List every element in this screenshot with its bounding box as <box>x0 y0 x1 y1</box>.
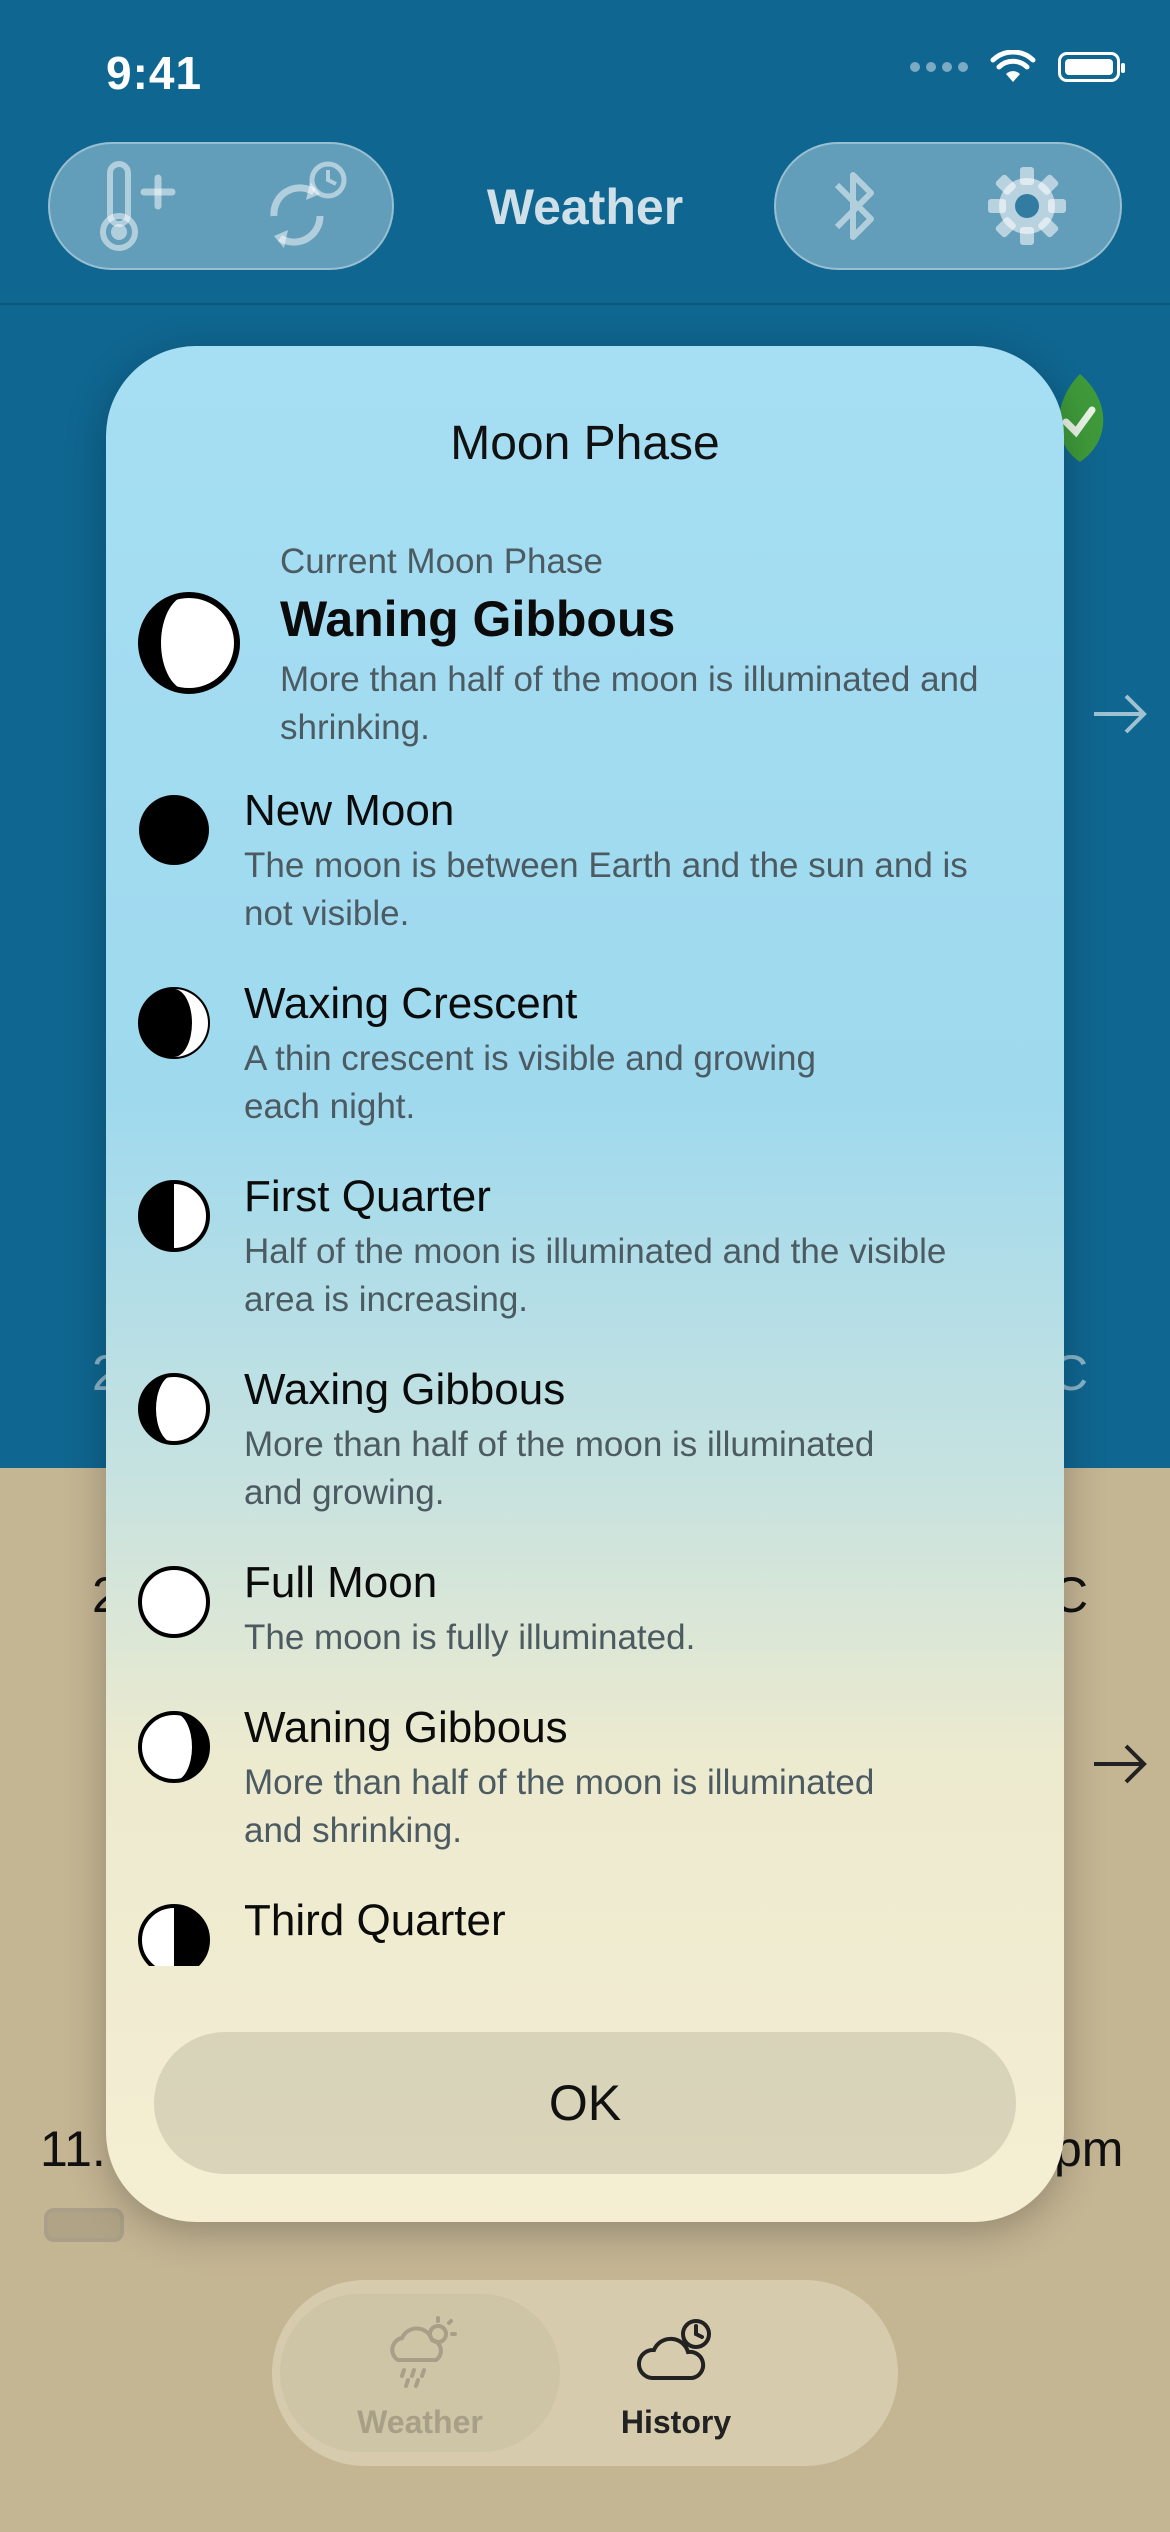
forward-arrow-icon[interactable] <box>1090 684 1150 744</box>
bluetooth-icon[interactable] <box>825 161 885 251</box>
background-text-fragment: 11. <box>40 2121 106 2177</box>
current-phase-label: Current Moon Phase <box>280 542 603 581</box>
tab-weather[interactable]: Weather <box>280 2294 560 2452</box>
status-icons <box>910 50 1125 84</box>
current-phase-description: More than half of the moon is illuminate… <box>280 660 979 747</box>
battery-icon <box>1058 52 1125 82</box>
waxing-crescent-icon <box>138 987 210 1059</box>
phase-name: Waxing Crescent <box>244 979 578 1028</box>
phase-description: Half of the moon is illuminated and the … <box>244 1232 947 1319</box>
signal-icon <box>910 62 968 72</box>
weather-cloud-sun-rain-icon <box>390 2316 457 2388</box>
nav-right-group <box>774 142 1122 270</box>
waning-gibbous-icon <box>138 592 240 694</box>
current-phase-name: Waning Gibbous <box>280 591 676 647</box>
wifi-icon <box>990 50 1036 82</box>
forward-arrow-icon[interactable] <box>1090 1734 1150 1794</box>
nav-separator <box>0 303 1170 305</box>
battery-status-icon <box>44 2208 124 2242</box>
cloud-clock-icon <box>636 2319 711 2380</box>
list-item: Waxing Crescent A thin crescent is visib… <box>106 979 1064 1169</box>
phase-description: More than half of the moon is illuminate… <box>244 1425 875 1512</box>
current-moon-phase: Current Moon Phase Waning Gibbous More t… <box>106 542 1064 762</box>
moon-phase-list[interactable]: New Moon The moon is between Earth and t… <box>106 786 1064 1966</box>
list-item: New Moon The moon is between Earth and t… <box>106 786 1064 976</box>
phase-name: First Quarter <box>244 1172 491 1221</box>
third-quarter-icon <box>138 1904 210 1966</box>
status-time: 9:41 <box>106 47 203 99</box>
tab-bar: Weather History <box>272 2280 898 2466</box>
phase-description: The moon is between Earth and the sun an… <box>244 846 968 933</box>
phase-name: Third Quarter <box>244 1896 506 1945</box>
background-text-fragment: pm <box>1054 2121 1124 2177</box>
list-item: First Quarter Half of the moon is illumi… <box>106 1172 1064 1362</box>
settings-gear-icon[interactable] <box>982 161 1072 251</box>
modal-title: Moon Phase <box>450 417 720 470</box>
full-moon-icon <box>138 1566 210 1638</box>
moon-phase-modal: Moon Phase Current Moon Phase Waning Gib… <box>106 346 1064 2222</box>
list-item: Waxing Gibbous More than half of the moo… <box>106 1365 1064 1555</box>
list-item: Waning Gibbous More than half of the moo… <box>106 1703 1064 1893</box>
tab-label: History <box>620 2404 732 2440</box>
phase-name: Waxing Gibbous <box>244 1365 566 1414</box>
phase-name: Waning Gibbous <box>244 1703 568 1752</box>
waning-gibbous-icon <box>138 1711 210 1783</box>
waxing-gibbous-icon <box>138 1373 210 1445</box>
tab-label: Weather <box>357 2404 483 2440</box>
ok-button[interactable]: OK <box>154 2032 1016 2174</box>
phase-description: A thin crescent is visible and growing e… <box>244 1039 816 1126</box>
phase-name: New Moon <box>244 786 455 835</box>
phase-name: Full Moon <box>244 1558 438 1607</box>
list-item: Third Quarter <box>106 1896 1064 1966</box>
tab-history[interactable]: History <box>536 2294 816 2452</box>
phase-description: More than half of the moon is illuminate… <box>244 1763 875 1850</box>
phase-description: The moon is fully illuminated. <box>244 1618 696 1657</box>
first-quarter-icon <box>138 1180 210 1252</box>
new-moon-icon <box>139 795 209 865</box>
